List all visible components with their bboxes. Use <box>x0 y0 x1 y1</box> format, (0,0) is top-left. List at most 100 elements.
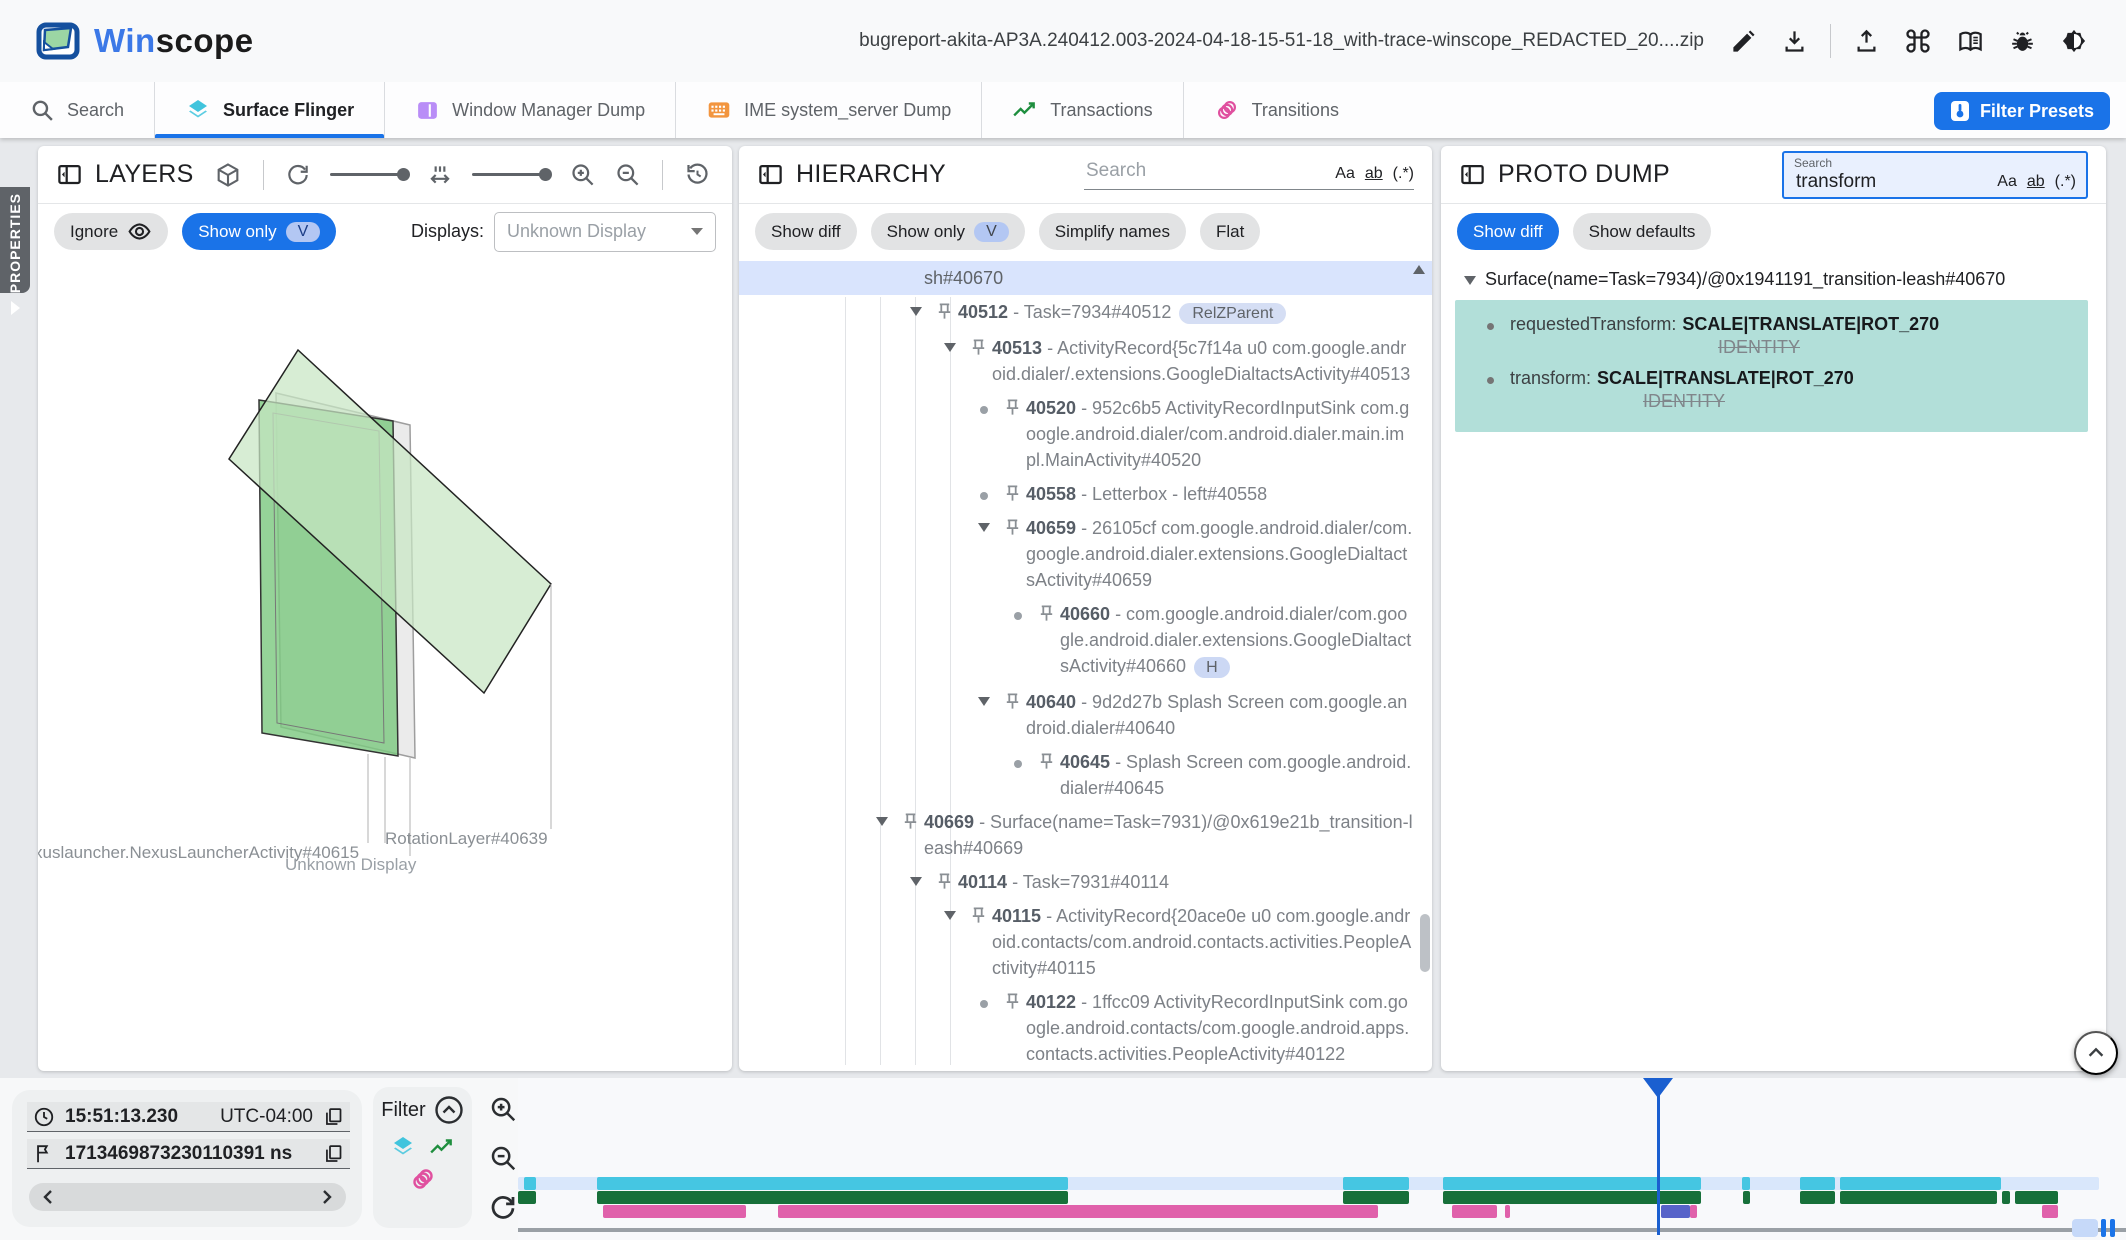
pin-icon[interactable] <box>999 481 1026 503</box>
displays-select[interactable]: Unknown Display <box>494 212 716 252</box>
trace-segment[interactable] <box>2015 1191 2058 1204</box>
expand-arrow-icon[interactable] <box>867 809 897 827</box>
filter-presets-button[interactable]: Filter Presets <box>1934 92 2110 130</box>
trace-segment[interactable] <box>1840 1191 1998 1204</box>
trace-segment[interactable] <box>1343 1177 1409 1190</box>
tree-node[interactable]: 40122 - 1ffcc09 ActivityRecordInputSink … <box>739 985 1432 1071</box>
rotation-button[interactable] <box>282 159 314 191</box>
edit-button[interactable] <box>1722 20 1765 63</box>
tree-node[interactable]: 40114 - Task=7931#40114 <box>739 865 1432 899</box>
ns-time-field[interactable]: 1713469873230110391 ns <box>27 1139 350 1169</box>
trace-segment[interactable] <box>603 1205 746 1218</box>
trace-segment[interactable] <box>1452 1205 1497 1218</box>
pin-icon[interactable] <box>999 689 1026 711</box>
trace-segment[interactable] <box>1505 1205 1510 1218</box>
timeline-scrollbar-handle[interactable] <box>2101 1219 2106 1237</box>
pin-icon[interactable] <box>999 515 1026 537</box>
tab-transitions[interactable]: Transitions <box>1184 82 1369 138</box>
timeline-zoom-in-button[interactable] <box>486 1092 520 1126</box>
next-entry-icon[interactable] <box>318 1189 334 1205</box>
transactions-track[interactable] <box>518 1191 2126 1204</box>
upload-button[interactable] <box>1845 20 1888 63</box>
pin-icon[interactable] <box>1033 749 1060 771</box>
transitions-filter-icon[interactable] <box>409 1165 437 1193</box>
flat-chip[interactable]: Flat <box>1200 213 1260 250</box>
collapse-filter-icon[interactable] <box>434 1095 464 1125</box>
proto-property[interactable]: requestedTransform:SCALE|TRANSLATE|ROT_2… <box>1465 310 2078 364</box>
documentation-button[interactable] <box>1948 20 1993 63</box>
tree-node[interactable]: sh#40670 <box>739 261 1432 295</box>
trace-segment[interactable] <box>1800 1177 1835 1190</box>
report-bug-button[interactable] <box>2001 20 2044 63</box>
trace-segment[interactable] <box>1443 1191 1702 1204</box>
show-only-visible-chip[interactable]: Show only V <box>182 213 336 250</box>
pin-icon[interactable] <box>999 989 1026 1011</box>
trace-segment[interactable] <box>597 1191 1068 1204</box>
expand-arrow-icon[interactable] <box>969 515 999 533</box>
match-case-toggle[interactable]: Aa <box>1335 165 1355 183</box>
pin-icon[interactable] <box>931 869 958 891</box>
tree-node[interactable]: 40115 - ActivityRecord{20ace0e u0 com.go… <box>739 899 1432 985</box>
hierarchy-search-input[interactable] <box>1084 159 1323 183</box>
tree-node[interactable]: 40669 - Surface(name=Task=7931)/@0x619e2… <box>739 805 1432 865</box>
theme-toggle-button[interactable] <box>2052 19 2096 63</box>
expand-arrow-icon[interactable] <box>901 869 931 887</box>
copy-icon[interactable] <box>323 1106 344 1127</box>
panel-toggle-icon[interactable] <box>56 161 83 188</box>
trace-segment[interactable] <box>1743 1191 1749 1204</box>
surface-flinger-track[interactable] <box>518 1177 2126 1190</box>
copy-icon[interactable] <box>323 1143 344 1164</box>
show-diff-chip[interactable]: Show diff <box>1457 213 1559 250</box>
timeline-scrollbar-thumb[interactable] <box>2072 1219 2098 1237</box>
expand-timeline-button[interactable] <box>2074 1031 2118 1075</box>
tab-transactions[interactable]: Transactions <box>982 82 1182 138</box>
trace-segment[interactable] <box>1661 1205 1690 1218</box>
show-only-visible-chip[interactable]: Show only V <box>871 213 1025 250</box>
tab-search[interactable]: Search <box>0 82 154 138</box>
tree-node[interactable]: 40660 - com.google.android.dialer/com.go… <box>739 597 1432 685</box>
trace-segment[interactable] <box>1840 1177 2001 1190</box>
tree-node[interactable]: 40640 - 9d2d27b Splash Screen com.google… <box>739 685 1432 745</box>
tree-node[interactable]: 40520 - 952c6b5 ActivityRecordInputSink … <box>739 391 1432 477</box>
trace-segment[interactable] <box>2042 1205 2058 1218</box>
surface-flinger-filter-icon[interactable] <box>390 1135 416 1159</box>
shortcuts-button[interactable] <box>1896 19 1940 63</box>
proto-search-input[interactable] <box>1794 170 1997 194</box>
timeline-cursor-line[interactable] <box>1657 1094 1660 1235</box>
layers-3d-canvas[interactable]: RotationLayer#40639 xuslauncher.NexusLau… <box>38 259 732 1071</box>
show-diff-chip[interactable]: Show diff <box>755 213 857 250</box>
3d-view-button[interactable] <box>211 158 245 192</box>
ignore-visibility-chip[interactable]: Ignore <box>54 213 168 250</box>
collapse-arrow-icon[interactable] <box>1455 269 1485 286</box>
match-word-toggle[interactable]: ab <box>2027 173 2045 191</box>
tree-node[interactable]: 40659 - 26105cf com.google.android.diale… <box>739 511 1432 597</box>
pin-icon[interactable] <box>931 299 958 321</box>
expand-arrow-icon[interactable] <box>901 299 931 317</box>
expand-arrow-icon[interactable] <box>935 903 965 921</box>
scroll-up-icon[interactable] <box>1412 263 1426 281</box>
pin-icon[interactable] <box>999 395 1026 417</box>
tree-node[interactable]: 40645 - Splash Screen com.google.android… <box>739 745 1432 805</box>
tab-surface-flinger[interactable]: Surface Flinger <box>155 82 384 138</box>
pin-icon[interactable] <box>965 903 992 925</box>
regex-toggle[interactable]: (.*) <box>1393 165 1414 183</box>
trace-segment[interactable] <box>1800 1191 1835 1204</box>
timezone-label[interactable]: UTC-04:00 <box>220 1106 313 1128</box>
trace-segment[interactable] <box>1742 1177 1750 1190</box>
match-word-toggle[interactable]: ab <box>1365 165 1383 183</box>
proto-root-node[interactable]: Surface(name=Task=7934)/@0x1941191_trans… <box>1441 259 2106 296</box>
zoom-in-button[interactable] <box>566 158 599 191</box>
spacing-button[interactable] <box>424 159 456 191</box>
panel-toggle-icon[interactable] <box>757 161 784 188</box>
pin-icon[interactable] <box>1033 601 1060 623</box>
zoom-out-button[interactable] <box>611 158 644 191</box>
simplify-names-chip[interactable]: Simplify names <box>1039 213 1186 250</box>
trace-segment[interactable] <box>1343 1191 1409 1204</box>
trace-segment[interactable] <box>2002 1191 2010 1204</box>
regex-toggle[interactable]: (.*) <box>2055 173 2076 191</box>
layer-label-rotation[interactable]: RotationLayer#40639 <box>385 829 548 849</box>
tree-node[interactable]: 40558 - Letterbox - left#40558 <box>739 477 1432 511</box>
tree-node[interactable]: 40513 - ActivityRecord{5c7f14a u0 com.go… <box>739 331 1432 391</box>
previous-entry-icon[interactable] <box>41 1189 57 1205</box>
timeline-reset-zoom-button[interactable] <box>486 1190 520 1224</box>
